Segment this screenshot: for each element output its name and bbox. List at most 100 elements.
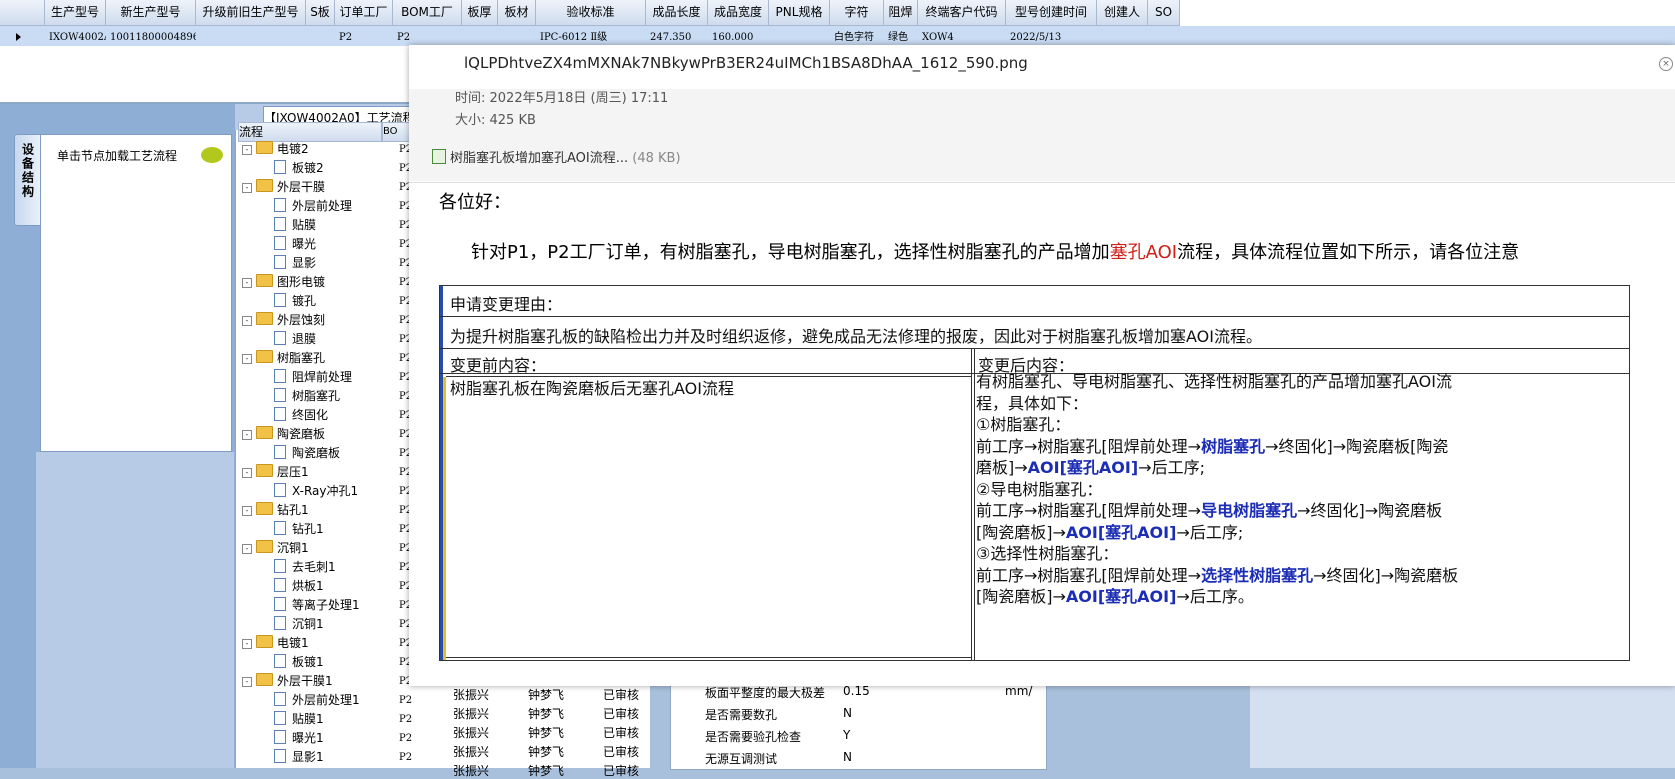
tree-leaf[interactable]: 镀孔 <box>274 292 316 311</box>
attachment-link[interactable]: 树脂塞孔板增加塞孔AOI流程... (48 KB) <box>432 147 681 166</box>
tree-leaf[interactable]: 板镀2 <box>274 159 324 178</box>
col-line <box>974 348 975 660</box>
tree-leaf[interactable]: 退膜 <box>274 330 316 349</box>
grid-cell[interactable] <box>502 26 536 46</box>
grid-cell[interactable]: IPC-6012 Ⅱ级 <box>540 26 646 46</box>
grid-col-header[interactable]: 验收标准 <box>536 0 646 26</box>
file-icon <box>274 445 286 459</box>
audit-cell: 张振兴 <box>453 745 490 759</box>
tree-folder[interactable]: - 外层蚀刻 <box>242 311 325 330</box>
grid-cell[interactable]: IXOW4002A0 <box>49 26 106 46</box>
tree-leaf[interactable]: 外层前处理1 <box>274 691 360 710</box>
grid-cell[interactable] <box>200 26 306 46</box>
audit-cell: 张振兴 <box>453 688 490 702</box>
grid-cell[interactable]: P2 <box>397 26 462 46</box>
tree-folder[interactable]: - 陶瓷磨板 <box>242 425 325 444</box>
grid-col-header[interactable]: 字符 <box>830 0 884 26</box>
grid-col-header[interactable]: 板厚 <box>462 0 498 26</box>
collapse-icon[interactable]: - <box>242 506 252 516</box>
grid-cell[interactable] <box>1101 26 1148 46</box>
collapse-icon[interactable]: - <box>242 278 252 288</box>
tree-leaf[interactable]: 阻焊前处理 <box>274 368 352 387</box>
grid-col-header[interactable]: 新生产型号 <box>106 0 196 26</box>
grid-col-header[interactable]: 终端客户代码 <box>918 0 1006 26</box>
highlight-step: AOI[塞孔AOI] <box>1065 522 1177 542</box>
grid-col-header[interactable]: BOM工厂 <box>393 0 462 26</box>
tree-folder[interactable]: - 图形电镀 <box>242 273 325 292</box>
highlight-step: AOI[塞孔AOI] <box>1065 587 1177 606</box>
grid-col-header[interactable]: S板 <box>306 0 335 26</box>
tree-folder[interactable]: - 电镀2 <box>242 140 309 159</box>
tree-label: 退膜 <box>292 332 317 346</box>
folder-icon <box>256 502 273 515</box>
grid-cell[interactable]: 2022/5/13 <box>1010 26 1097 46</box>
grid-cell[interactable]: 白色字符 <box>834 26 884 46</box>
tree-folder[interactable]: - 外层干膜1 <box>242 672 333 691</box>
grid-col-header[interactable]: 型号创建时间 <box>1006 0 1097 26</box>
collapse-icon[interactable]: - <box>242 677 252 687</box>
grid-col-header[interactable]: PNL规格 <box>769 0 830 26</box>
highlight-step: 选择性树脂塞孔 <box>1201 565 1314 585</box>
grid-col-header[interactable]: 生产型号 <box>45 0 106 26</box>
grid-cell[interactable]: 10011800004896 <box>110 26 196 46</box>
tree-folder[interactable]: - 层压1 <box>242 463 309 482</box>
grid-col-header[interactable]: SO <box>1148 0 1180 26</box>
grid-cell[interactable]: XOW4 <box>922 26 1006 46</box>
tree-leaf[interactable]: 显影 <box>274 254 316 273</box>
tree-folder[interactable]: - 沉铜1 <box>242 539 309 558</box>
tree-leaf[interactable]: 曝光1 <box>274 729 324 748</box>
grid-col-header[interactable]: 阻焊 <box>884 0 918 26</box>
collapse-icon[interactable]: - <box>242 354 252 364</box>
collapse-icon[interactable]: - <box>242 316 252 326</box>
tree-leaf[interactable]: 板镀1 <box>274 653 324 672</box>
grid-col-header[interactable]: 板材 <box>498 0 536 26</box>
tree-leaf[interactable]: 终固化 <box>274 406 328 425</box>
grid-cell[interactable] <box>310 26 335 46</box>
tree-leaf[interactable]: 烘板1 <box>274 577 324 596</box>
grid-cell[interactable]: 160.000 <box>712 26 769 46</box>
tree-folder[interactable]: - 钻孔1 <box>242 501 309 520</box>
tree-leaf[interactable]: 树脂塞孔 <box>274 387 340 406</box>
grid-col-header[interactable]: 升级前旧生产型号 <box>196 0 306 26</box>
grid-cell[interactable]: P2 <box>339 26 393 46</box>
grid-cell[interactable] <box>1152 26 1180 46</box>
grid-cell[interactable] <box>466 26 498 46</box>
tree-leaf[interactable]: 贴膜 <box>274 216 316 235</box>
grid-col-header[interactable]: 订单工厂 <box>335 0 393 26</box>
grid-cell[interactable] <box>773 26 830 46</box>
grid-cell[interactable]: 绿色 <box>888 26 918 46</box>
tree-leaf[interactable]: 陶瓷磨板 <box>274 444 340 463</box>
file-icon <box>274 483 286 497</box>
grid-cell[interactable]: 247.350 <box>650 26 708 46</box>
tree-leaf[interactable]: 去毛刺1 <box>274 558 336 577</box>
notice-text-b: 流程，具体流程位置如下所示，请各位注意 <box>1177 242 1520 263</box>
tree-leaf[interactable]: X-Ray冲孔1 <box>274 482 358 501</box>
tree-leaf[interactable]: 等离子处理1 <box>274 596 360 615</box>
grid-col-header[interactable]: 成品长度 <box>646 0 708 26</box>
close-icon[interactable]: × <box>1659 57 1673 71</box>
tree-folder[interactable]: - 电镀1 <box>242 634 309 653</box>
collapse-icon[interactable]: - <box>242 544 252 554</box>
collapse-icon[interactable]: - <box>242 639 252 649</box>
collapse-icon[interactable]: - <box>242 430 252 440</box>
tree-leaf[interactable]: 沉铜1 <box>274 615 324 634</box>
after-text: 有树脂塞孔、导电树脂塞孔、选择性树脂塞孔的产品增加塞孔AOI流 程，具体如下： ①树… <box>976 371 1521 608</box>
tree-folder[interactable]: - 外层干膜 <box>242 178 325 197</box>
collapse-icon[interactable]: - <box>242 145 252 155</box>
tree-leaf[interactable]: 外层前处理 <box>274 197 352 216</box>
tree-leaf[interactable]: 显影1 <box>274 748 324 767</box>
grid-col-header[interactable]: 成品宽度 <box>708 0 769 26</box>
grid-col-header[interactable]: 创建人 <box>1097 0 1148 26</box>
tree-leaf[interactable]: 贴膜1 <box>274 710 324 729</box>
folder-icon <box>256 635 273 648</box>
collapse-icon[interactable]: - <box>242 468 252 478</box>
tree-label: 贴膜 <box>292 218 317 232</box>
tree-leaf[interactable]: 钻孔1 <box>274 520 324 539</box>
tree-folder[interactable]: - 树脂塞孔 <box>242 349 325 368</box>
step-text: 前工序→树脂塞孔[阻焊前处理→ <box>976 436 1202 456</box>
collapse-icon[interactable]: - <box>242 183 252 193</box>
tree-bom-cell: P2 <box>399 695 413 706</box>
tab-equipment-structure[interactable]: 设备结构 <box>14 134 42 226</box>
mail-notice: 针对P1，P2工厂订单，有树脂塞孔，导电树脂塞孔，选择性树脂塞孔的产品增加塞孔A… <box>471 238 1519 264</box>
tree-leaf[interactable]: 曝光 <box>274 235 316 254</box>
